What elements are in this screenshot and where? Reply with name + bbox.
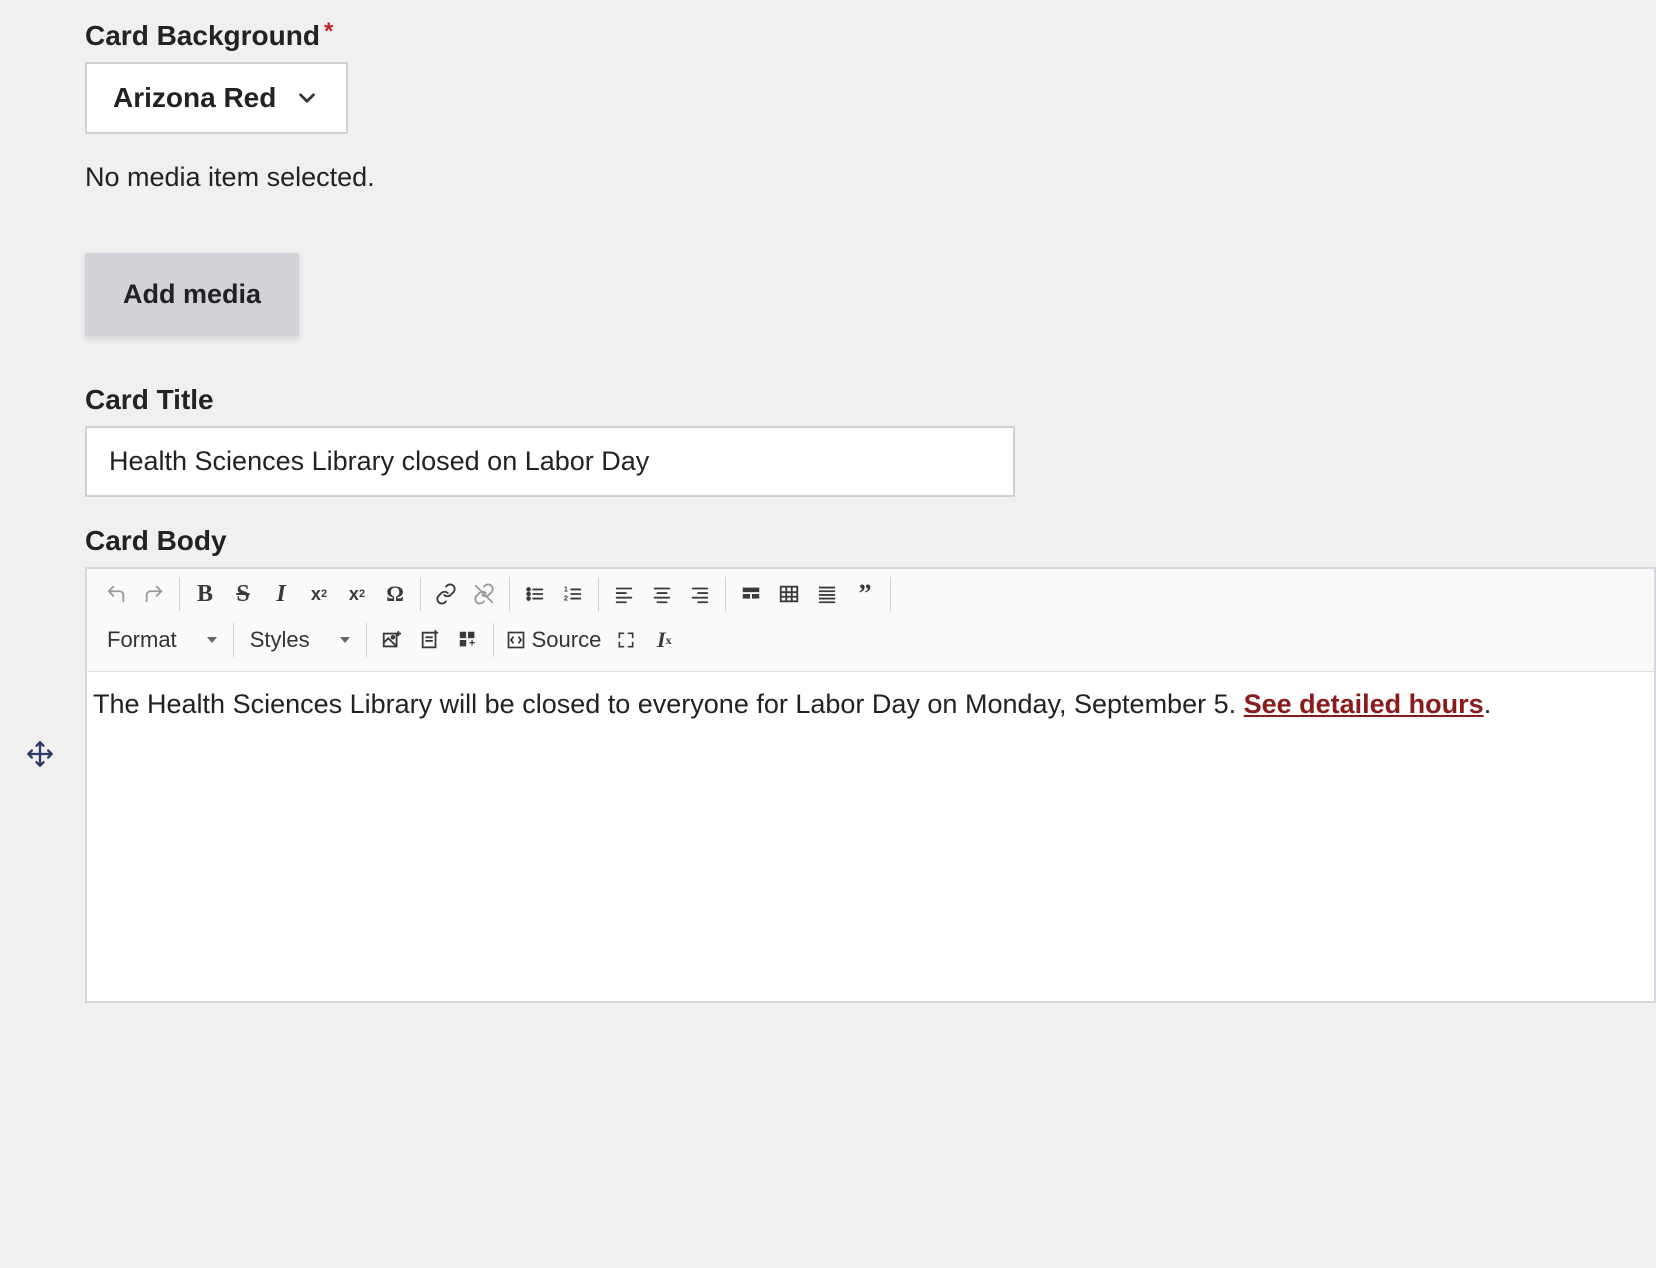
justify-button[interactable] (808, 575, 846, 613)
card-background-selected-value: Arizona Red (113, 82, 276, 114)
body-link[interactable]: See detailed hours (1244, 689, 1484, 719)
align-left-button[interactable] (605, 575, 643, 613)
card-body-editor-wrap: B S I x2 x2 Ω 12 (85, 567, 1656, 1003)
template-icon (419, 629, 441, 651)
toolbar-separator (725, 577, 726, 611)
svg-text:1: 1 (564, 584, 568, 593)
add-media-button[interactable]: Add media (85, 253, 299, 336)
move-icon (26, 740, 54, 768)
bullet-list-icon (524, 583, 546, 605)
media-button[interactable] (373, 621, 411, 659)
toolbar-separator (420, 577, 421, 611)
toolbar-separator (598, 577, 599, 611)
caret-down-icon (340, 635, 350, 645)
add-block-icon: + (457, 629, 479, 651)
undo-icon (105, 583, 127, 605)
drag-handle[interactable] (26, 740, 54, 768)
editor-toolbar-row-1: B S I x2 x2 Ω 12 (87, 569, 1654, 619)
toolbar-separator (493, 623, 494, 657)
bold-button[interactable]: B (186, 575, 224, 613)
table-button[interactable] (770, 575, 808, 613)
maximize-icon (616, 630, 636, 650)
card-background-dropdown[interactable]: Arizona Red (85, 62, 348, 134)
link-button[interactable] (427, 575, 465, 613)
caret-down-icon (207, 635, 217, 645)
body-text-after: . (1484, 689, 1492, 719)
format-dropdown-label: Format (107, 627, 207, 653)
insert-row-icon (740, 583, 762, 605)
toolbar-separator (366, 623, 367, 657)
toolbar-separator (890, 577, 891, 611)
styles-dropdown-label: Styles (250, 627, 340, 653)
source-button-label: Source (532, 627, 602, 653)
add-block-button[interactable]: + (449, 621, 487, 659)
numbered-list-icon: 12 (562, 583, 584, 605)
align-right-button[interactable] (681, 575, 719, 613)
body-text-before: The Health Sciences Library will be clos… (93, 689, 1244, 719)
card-title-label: Card Title (85, 384, 1656, 416)
align-left-icon (613, 583, 635, 605)
blockquote-button[interactable]: ” (846, 575, 884, 613)
svg-text:+: + (469, 637, 475, 649)
justify-icon (816, 583, 838, 605)
remove-format-button[interactable]: Ix (645, 621, 683, 659)
card-background-label-text: Card Background (85, 20, 320, 52)
card-body-label: Card Body (85, 525, 1656, 557)
template-button[interactable] (411, 621, 449, 659)
styles-dropdown[interactable]: Styles (240, 621, 360, 659)
toolbar-separator (233, 623, 234, 657)
align-center-icon (651, 583, 673, 605)
undo-button[interactable] (97, 575, 135, 613)
strikethrough-button[interactable]: S (224, 575, 262, 613)
redo-icon (143, 583, 165, 605)
unlink-icon (473, 583, 495, 605)
maximize-button[interactable] (607, 621, 645, 659)
card-title-input[interactable] (85, 426, 1015, 497)
table-icon (778, 583, 800, 605)
toolbar-separator (179, 577, 180, 611)
format-dropdown[interactable]: Format (97, 621, 227, 659)
card-body-editor-content[interactable]: The Health Sciences Library will be clos… (87, 671, 1654, 1001)
insert-row-button[interactable] (732, 575, 770, 613)
no-media-text: No media item selected. (85, 162, 1656, 193)
align-center-button[interactable] (643, 575, 681, 613)
italic-button[interactable]: I (262, 575, 300, 613)
editor-toolbar-row-2: Format Styles + Source (87, 619, 1654, 671)
superscript-button[interactable]: x2 (300, 575, 338, 613)
svg-text:2: 2 (564, 593, 568, 602)
special-char-button[interactable]: Ω (376, 575, 414, 613)
media-icon (381, 629, 403, 651)
align-right-icon (689, 583, 711, 605)
bullet-list-button[interactable] (516, 575, 554, 613)
chevron-down-icon (294, 85, 320, 111)
subscript-button[interactable]: x2 (338, 575, 376, 613)
redo-button[interactable] (135, 575, 173, 613)
numbered-list-button[interactable]: 12 (554, 575, 592, 613)
card-background-label: Card Background * (85, 20, 1656, 52)
link-icon (435, 583, 457, 605)
source-button[interactable]: Source (500, 621, 608, 659)
source-icon (506, 630, 526, 650)
unlink-button[interactable] (465, 575, 503, 613)
toolbar-separator (509, 577, 510, 611)
required-indicator: * (324, 18, 333, 46)
